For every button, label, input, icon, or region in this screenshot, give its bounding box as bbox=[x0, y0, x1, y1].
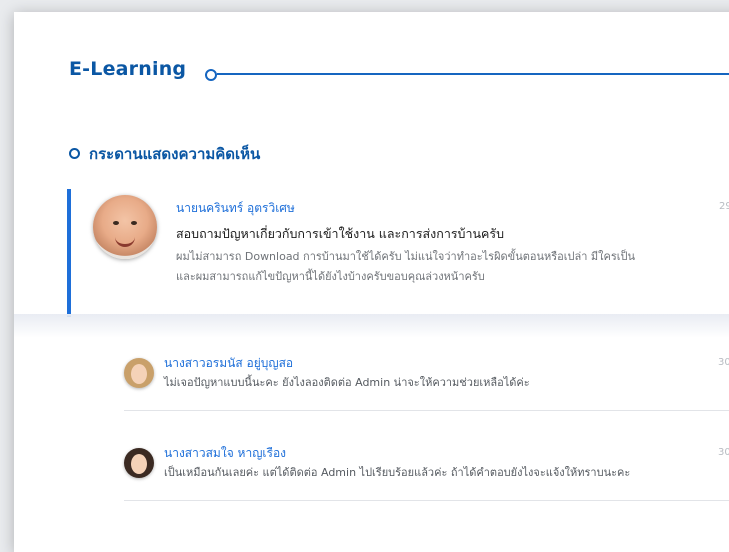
avatar-eye bbox=[113, 221, 119, 225]
reply-date: 30 bbox=[718, 357, 729, 368]
page-title: E-Learning bbox=[69, 58, 187, 80]
reply-text: เป็นเหมือนกันเลยค่ะ แต่ได้ติดต่อ Admin ไ… bbox=[164, 466, 631, 479]
reply-text: ไม่เจอปัญหาแบบนี้นะคะ ยังไงลองติดต่อ Adm… bbox=[164, 376, 530, 389]
section-ring-icon bbox=[69, 148, 80, 159]
reply-author[interactable]: นางสาวอรมนัส อยู่บุญสอ bbox=[164, 354, 293, 373]
post-accent-bar bbox=[67, 189, 71, 317]
header-ring-icon bbox=[205, 69, 217, 81]
post-body-line: และผมสามารถแก้ไขปัญหานี้ได้ยังไงบ้างครับ… bbox=[176, 270, 485, 283]
reply-item[interactable]: นางสาวสมใจ หาญเรือง 30 เป็นเหมือนกันเลยค… bbox=[124, 442, 729, 502]
avatar-eye bbox=[131, 221, 137, 225]
post-subject[interactable]: สอบถามปัญหาเกี่ยวกับการเข้าใช้งาน และการ… bbox=[176, 224, 504, 244]
reply-item[interactable]: นางสาวอรมนัส อยู่บุญสอ 30 ไม่เจอปัญหาแบบ… bbox=[124, 352, 729, 412]
post-body-line: ผมไม่สามารถ Download การบ้านมาใช้ได้ครับ… bbox=[176, 250, 636, 263]
comment-board-card: E-Learning กระดานแสดงความคิดเห็น นายนคริ… bbox=[14, 12, 729, 552]
avatar-mouth bbox=[115, 235, 135, 247]
avatar[interactable] bbox=[124, 448, 154, 478]
reply-divider bbox=[124, 410, 729, 411]
avatar-face bbox=[131, 454, 147, 474]
post-body: ผมไม่สามารถ Download การบ้านมาใช้ได้ครับ… bbox=[176, 247, 729, 287]
section-title: กระดานแสดงความคิดเห็น bbox=[89, 145, 261, 163]
post-date: 29 bbox=[719, 201, 729, 212]
avatar[interactable] bbox=[124, 358, 154, 388]
avatar-face bbox=[131, 364, 147, 384]
avatar[interactable] bbox=[93, 195, 157, 259]
reply-date: 30 bbox=[718, 447, 729, 458]
reply-divider bbox=[124, 500, 729, 501]
main-post[interactable]: นายนครินทร์ อุตรวิเศษ 29 สอบถามปัญหาเกี่… bbox=[67, 189, 729, 317]
post-divider bbox=[14, 314, 729, 338]
reply-author[interactable]: นางสาวสมใจ หาญเรือง bbox=[164, 444, 286, 463]
post-author[interactable]: นายนครินทร์ อุตรวิเศษ bbox=[176, 199, 295, 218]
header-divider bbox=[217, 73, 729, 75]
